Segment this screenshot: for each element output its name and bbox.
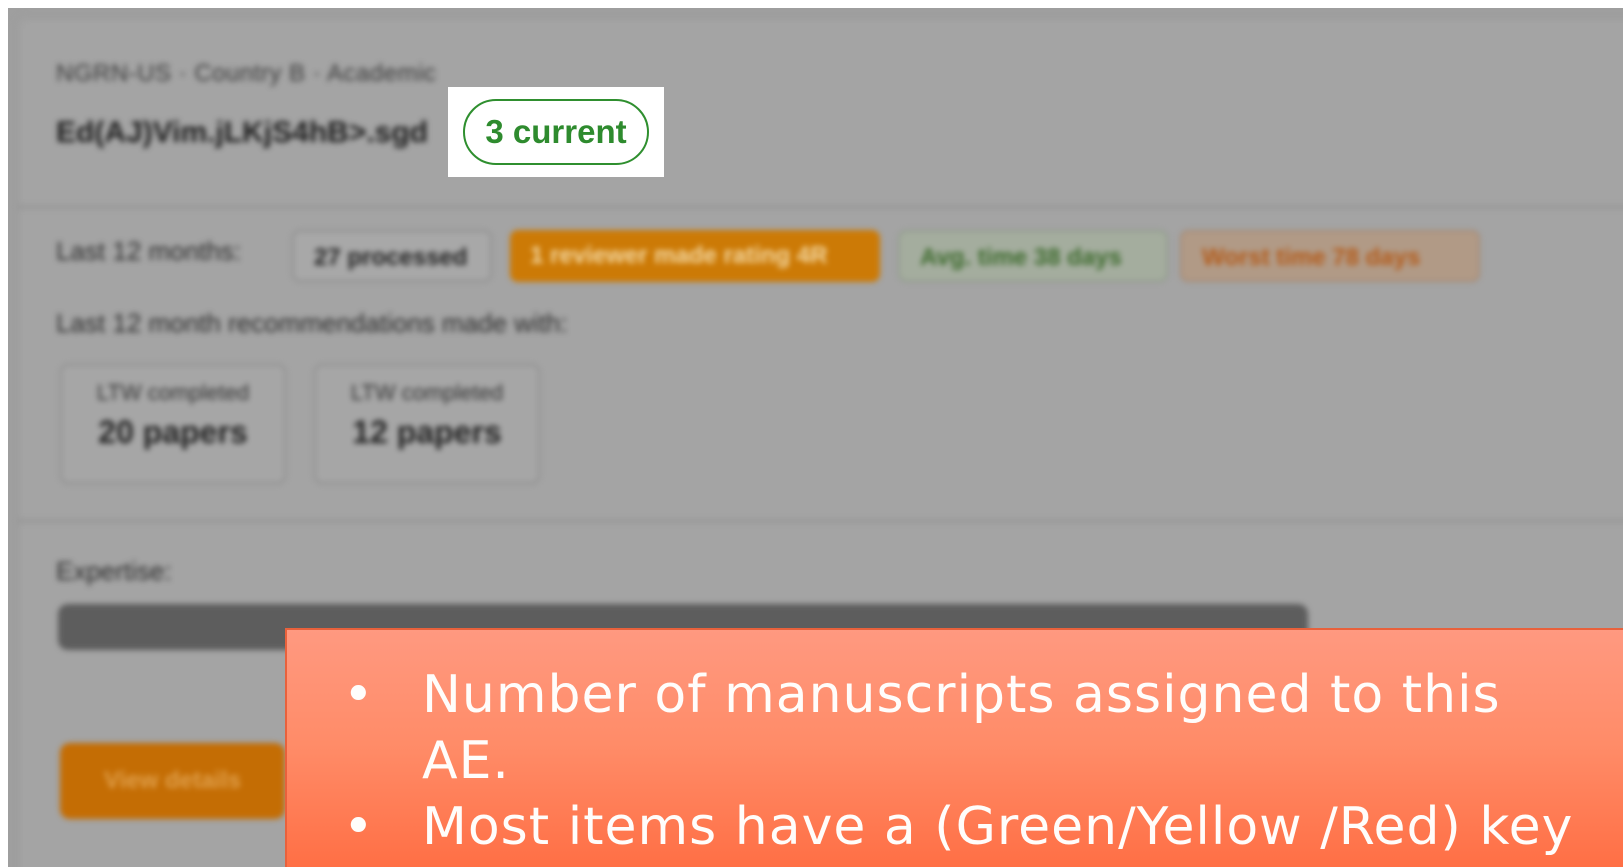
annotation-callout: • Number of manuscripts assigned to this… [285,628,1623,867]
paper-box-count: 12 papers [352,414,502,450]
callout-bullet-text: Most items have a (Green/Yellow /Red) ke… [422,797,1574,857]
paper-count-box: LTW completed 12 papers [314,364,540,484]
divider [18,520,1623,522]
callout-bullet: • Most items have a (Green/Yellow /Red) … [287,794,1623,860]
paper-count-box: LTW completed 20 papers [60,364,286,484]
view-details-button[interactable]: View details [60,743,285,819]
current-badge-highlight: 3 current [448,87,664,177]
stat-rating-badge: 1 reviewer made rating 4R [510,230,880,282]
ae-eyebrow: NGRN-US · Country B · Academic [56,60,437,87]
stat-processed-badge: 27 processed [292,230,492,282]
bullet-icon: • [343,797,375,857]
slide-stage: NGRN-US · Country B · Academic Ed(AJ)Vim… [0,0,1623,867]
callout-bullet: • Number of manuscripts assigned to this… [287,662,1623,794]
ae-name: Ed(AJ)Vim.jLKjS4hB>.sgd [56,116,429,149]
divider [18,206,1623,208]
stats-label: Last 12 months: [56,236,241,266]
expertise-label: Expertise: [56,556,172,586]
stat-avg-time-badge: Avg. time 38 days [898,230,1168,282]
callout-bullet-text: Number of manuscripts assigned to this A… [422,665,1501,791]
paper-box-label: LTW completed [96,380,250,405]
bullet-icon: • [343,665,375,725]
stat-worst-time-badge: Worst time 78 days [1180,230,1480,282]
paper-box-label: LTW completed [350,380,504,405]
current-count-badge[interactable]: 3 current [463,99,649,165]
recs-label: Last 12 month recommendations made with: [56,308,568,338]
callout-bullet-list: • Number of manuscripts assigned to this… [287,630,1623,860]
paper-box-count: 20 papers [98,414,248,450]
